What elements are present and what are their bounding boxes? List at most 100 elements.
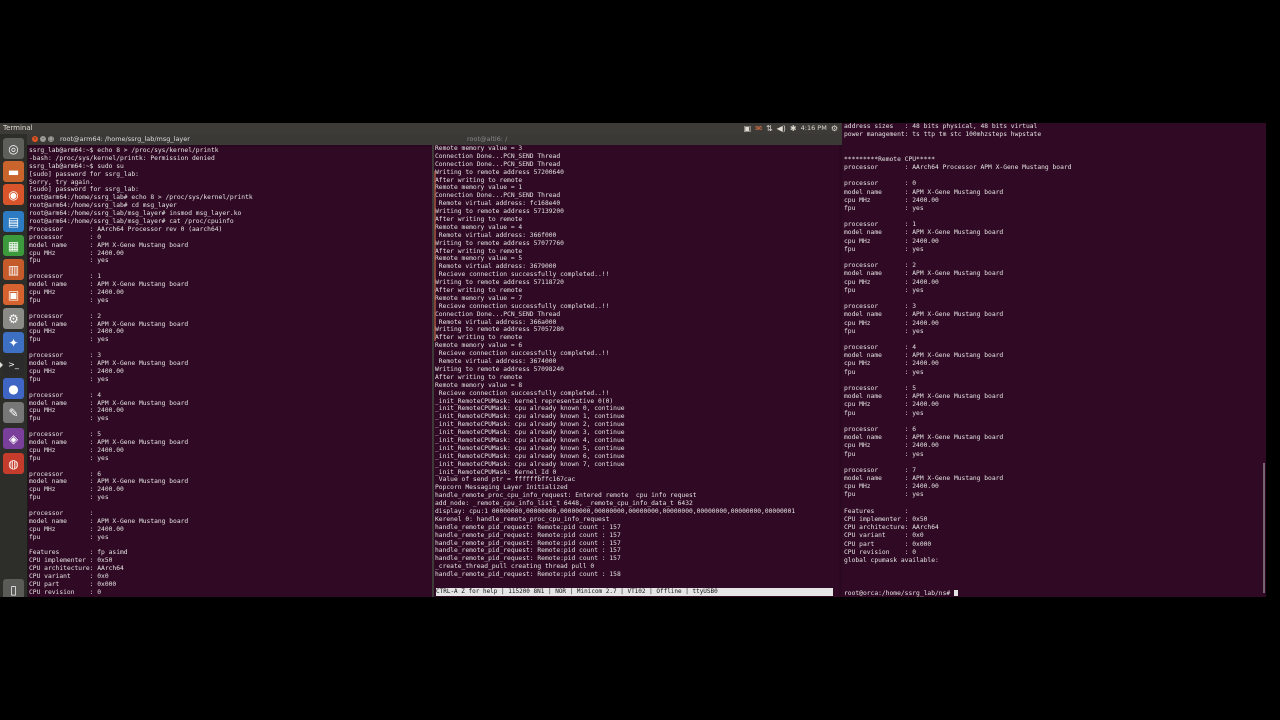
terminal-line: global cpumask available: [844, 556, 939, 564]
terminal-line: Remote memory value = 8 [435, 381, 523, 389]
terminal-line: ssrg_lab@arm64:~$ echo 8 > /proc/sys/ker… [29, 147, 219, 154]
terminal-line: Recieve connection successfully complete… [435, 389, 610, 397]
tab-right-terminal[interactable]: root@alti6: / [467, 134, 507, 145]
terminal-line: model name : APM X-Gene Mustang board [29, 478, 189, 486]
trash-icon[interactable]: ▯ [3, 579, 24, 597]
terminal-line: CPU part : 0x000 [29, 580, 117, 588]
maximize-icon[interactable]: □ [48, 136, 54, 142]
terminal-line: *********Remote CPU***** [844, 155, 935, 163]
terminal-line: cpu MHz : 2400.00 [29, 328, 124, 336]
terminal-line: Processor : AArch64 Processor rev 0 (aar… [29, 225, 223, 233]
terminal-line: [sudo] password for ssrg_lab: [29, 186, 139, 194]
terminal-line: After writing to remote [435, 334, 523, 342]
terminal-line: Features : [844, 507, 909, 515]
terminal-line: CPU implementer : 0x50 [29, 557, 113, 565]
terminal-title-bar: × – □ root@arm64: /home/ssrg_lab/msg_lay… [27, 134, 842, 145]
terminal-line: Writing to remote address 57118720 [435, 279, 564, 287]
network-indicator-icon[interactable]: ⇅ [766, 123, 773, 134]
terminal-line: cpu MHz : 2400.00 [29, 525, 124, 533]
terminal-line: processor : 1 [844, 221, 917, 229]
terminal-icon[interactable]: >_ [0, 354, 24, 375]
terminal-line: model name : APM X-Gene Mustang board [844, 311, 1004, 319]
minimize-icon[interactable]: – [40, 136, 46, 142]
terminal-line: CPU architecture: AArch64 [844, 524, 939, 532]
calc-icon[interactable]: ▦ [3, 235, 24, 256]
terminal-line: Connection Done...PCN_SEND Thread [435, 152, 561, 160]
terminal-line: fpu : yes [29, 533, 109, 541]
terminal-line: model name : APM X-Gene Mustang board [29, 517, 189, 525]
terminal-line: Remote virtual address: 366f000 [435, 231, 557, 239]
gear-icon[interactable]: ⚙ [831, 123, 838, 134]
video-indicator-icon[interactable]: ▣ [744, 123, 752, 134]
terminal-line: _init_RemoteCPUMask: cpu already known 6… [435, 452, 625, 460]
terminal-line: processor : 6 [844, 425, 917, 433]
bluetooth-indicator-icon[interactable]: ✱ [790, 123, 797, 134]
terminal-line: Remote memory value = 4 [435, 223, 523, 231]
software-center-icon[interactable]: ▣ [3, 284, 24, 305]
minicom-terminal-pane[interactable]: Remote memory value = 3 Connection Done..… [434, 145, 839, 597]
terminal-line: fpu : yes [29, 454, 109, 462]
clock[interactable]: 4:16 PM [801, 123, 827, 134]
dash-icon[interactable]: ◎ [3, 138, 24, 159]
terminal-line: After writing to remote [435, 373, 523, 381]
terminal-line: cpu MHz : 2400.00 [844, 237, 939, 245]
terminal-line: CPU architecture: AArch64 [29, 565, 124, 573]
terminal-line: CPU variant : 0x0 [844, 532, 924, 540]
screen-edge [1266, 123, 1280, 597]
terminal-line: fpu : yes [29, 494, 109, 502]
terminal-line: -bash: /proc/sys/kernel/printk: Permissi… [29, 154, 215, 162]
terminal-line: model name : APM X-Gene Mustang board [29, 320, 189, 328]
terminal-line: display: cpu:1 00000000,00000000,0000000… [435, 507, 796, 515]
terminal-line: cpu MHz : 2400.00 [29, 446, 124, 454]
tab-left-terminal[interactable]: root@arm64: /home/ssrg_lab/msg_layer [60, 134, 190, 145]
terminal-line: root@arm64:/home/ssrg_lab# cd msg_layer [29, 202, 177, 210]
chrome-icon[interactable]: ◍ [3, 453, 24, 474]
settings-icon[interactable]: ⚙ [3, 308, 24, 329]
terminal-line: model name : APM X-Gene Mustang board [29, 438, 189, 446]
terminal-line: Recieve connection successfully complete… [435, 302, 610, 310]
editor-icon[interactable]: ✎ [3, 402, 24, 423]
terminal-line: Recieve connection successfully complete… [435, 350, 610, 358]
terminal-line: CPU variant : 0x0 [29, 573, 109, 581]
terminal-line: Writing to remote address 57077760 [435, 239, 564, 247]
terminal-cursor [953, 589, 958, 596]
terminal-line: Sorry, try again. [29, 178, 94, 186]
terminal-line: model name : APM X-Gene Mustang board [844, 229, 1004, 237]
terminal-line: CPU implementer : 0x50 [844, 516, 928, 523]
terminal-line: After writing to remote [435, 287, 523, 295]
terminal-line: _init_RemoteCPUMask: cpu already known 2… [435, 421, 625, 429]
impress-icon[interactable]: ▥ [3, 259, 24, 280]
launcher: ◎ ▬ ◉ ▤ ▦ ▥ ▣ ⚙ ✦ >_ ● ✎ ◈ ◍ ▯ [0, 134, 28, 597]
close-icon[interactable]: × [32, 136, 38, 142]
left-terminal-pane[interactable]: ssrg_lab@arm64:~$ echo 8 > /proc/sys/ker… [28, 147, 433, 597]
firefox-icon[interactable]: ◉ [3, 184, 24, 205]
volume-indicator-icon[interactable]: ◀) [777, 123, 786, 134]
writer-icon[interactable]: ▤ [3, 211, 24, 232]
terminal-line: processor : 4 [844, 344, 917, 352]
terminal-line: handle_remote_pid_request: Remote:pid co… [435, 571, 621, 579]
purple-app-icon[interactable]: ◈ [3, 428, 24, 449]
terminal-line: model name : APM X-Gene Mustang board [844, 434, 1004, 442]
files-icon[interactable]: ▬ [3, 161, 24, 182]
terminal-line: fpu : yes [29, 336, 109, 344]
app-icon[interactable]: ✦ [3, 332, 24, 353]
terminal-line: address sizes : 48 bits physical, 48 bit… [844, 123, 1038, 130]
right-terminal-pane[interactable]: address sizes : 48 bits physical, 48 bit… [842, 123, 1268, 597]
scrollbar[interactable] [1263, 463, 1265, 593]
terminal-line: Connection Done...PCN_SEND Thread [435, 310, 561, 318]
terminal-line: processor : 7 [844, 466, 917, 474]
globe-icon[interactable]: ● [3, 378, 24, 399]
terminal-line: cpu MHz : 2400.00 [29, 407, 124, 415]
terminal-line: model name : APM X-Gene Mustang board [29, 281, 189, 289]
terminal-line: Connection Done...PCN_SEND Thread [435, 160, 561, 168]
mail-indicator-icon[interactable]: ✉ [755, 123, 762, 134]
